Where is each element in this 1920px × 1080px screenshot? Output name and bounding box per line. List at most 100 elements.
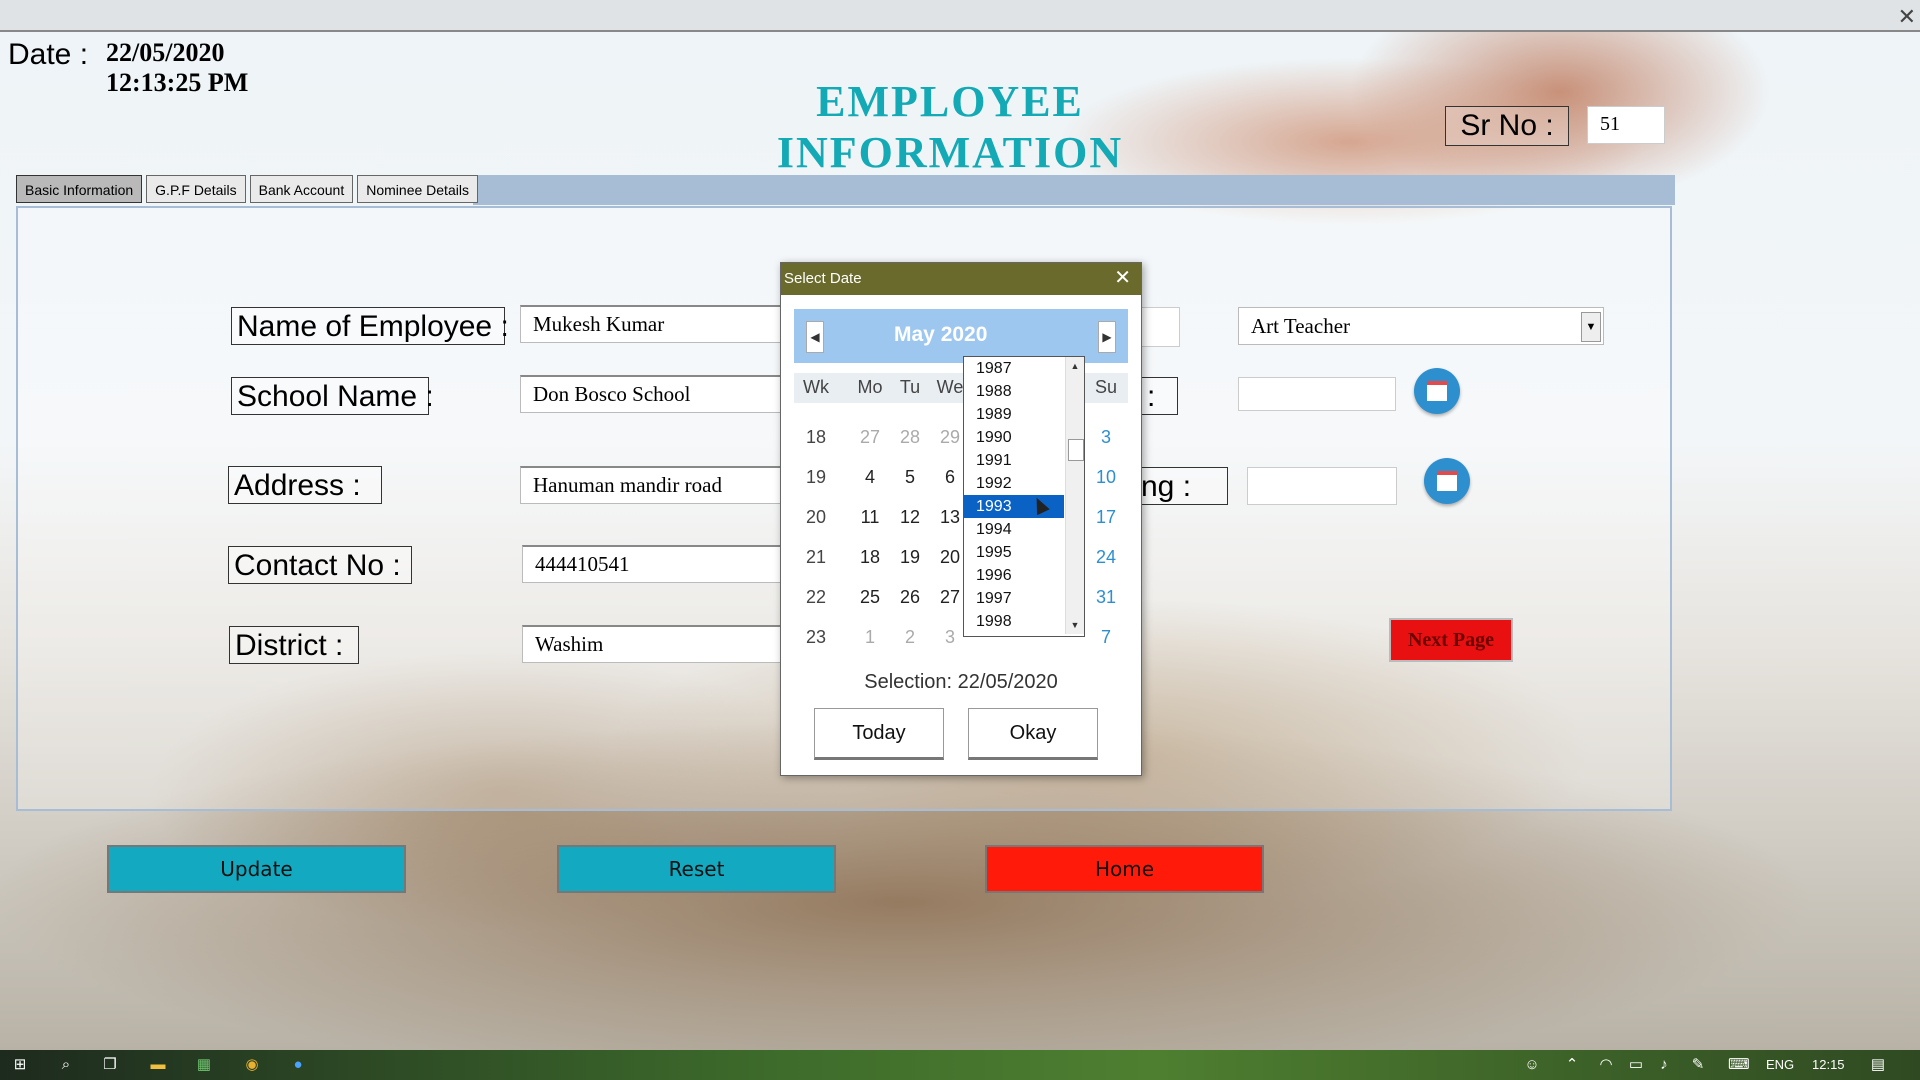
day-cell[interactable]: 24 — [1086, 547, 1126, 568]
tab-strip — [473, 175, 1675, 205]
file-explorer-icon[interactable]: ▬ — [150, 1057, 166, 1073]
today-button[interactable]: Today — [814, 708, 944, 760]
address-input[interactable]: Hanuman mandir road — [520, 466, 782, 504]
date-time-display: 22/05/2020 12:13:25 PM — [106, 38, 248, 98]
week-number: 23 — [805, 627, 827, 647]
tab-gpf-details[interactable]: G.P.F Details — [146, 175, 246, 203]
date-value: 22/05/2020 — [106, 38, 225, 67]
weekday-wk: Wk — [803, 377, 829, 397]
weekday-tu: Tu — [899, 377, 921, 397]
weekday-su: Su — [1094, 377, 1118, 397]
taskbar-clock[interactable]: 12:15 — [1812, 1057, 1845, 1072]
scroll-thumb[interactable] — [1068, 439, 1084, 461]
zoom-icon[interactable]: ● — [290, 1057, 306, 1073]
year-label: 2020 — [940, 323, 988, 346]
volume-icon[interactable]: ♪ — [1656, 1057, 1672, 1073]
sr-no-field[interactable]: 51 — [1587, 106, 1665, 144]
home-button[interactable]: Home — [985, 845, 1264, 893]
language-indicator[interactable]: ENG — [1766, 1057, 1794, 1072]
name-input[interactable]: Mukesh Kumar — [520, 305, 782, 343]
selection-text: Selection: 22/05/2020 — [864, 671, 1058, 693]
okay-button[interactable]: Okay — [968, 708, 1098, 760]
week-number: 21 — [805, 547, 827, 567]
day-cell[interactable]: 7 — [1086, 627, 1126, 648]
sr-no-label: Sr No : — [1445, 106, 1569, 146]
battery-icon[interactable]: ▭ — [1628, 1057, 1644, 1073]
contact-no-label: Contact No : — [228, 546, 412, 584]
day-cell[interactable]: 12 — [890, 507, 930, 528]
school-name-label: School Name : — [231, 377, 434, 415]
district-label: District : — [229, 626, 359, 664]
close-icon[interactable]: ✕ — [1114, 265, 1131, 290]
windows-start-icon[interactable]: ⊞ — [12, 1057, 28, 1073]
day-cell[interactable]: 26 — [890, 587, 930, 608]
year-scrollbar[interactable]: ▲ ▼ — [1065, 357, 1084, 634]
prev-month-button[interactable]: ◀ — [806, 321, 824, 353]
day-cell[interactable]: 17 — [1086, 507, 1126, 528]
tab-nominee-details[interactable]: Nominee Details — [357, 175, 478, 203]
page-title: EMPLOYEE INFORMATION — [776, 77, 1124, 177]
date-label: Date : — [8, 38, 89, 71]
update-button[interactable]: Update — [107, 845, 406, 893]
month-year-label[interactable]: May 2020 — [894, 323, 987, 347]
address-label: Address : — [228, 466, 382, 504]
day-cell[interactable]: 3 — [1086, 427, 1126, 448]
tab-bank-account[interactable]: Bank Account — [249, 175, 354, 203]
calendar-icon[interactable] — [1414, 368, 1460, 414]
designation-value: Art Teacher — [1251, 314, 1351, 338]
tab-basic-information[interactable]: Basic Information — [16, 175, 143, 203]
tab-bar: Basic Information G.P.F Details Bank Acc… — [16, 175, 478, 203]
time-value: 12:13:25 PM — [106, 68, 249, 97]
excel-icon[interactable]: ▦ — [196, 1057, 212, 1073]
weekday-mo: Mo — [857, 377, 883, 397]
day-cell[interactable]: 5 — [890, 467, 930, 488]
calendar-icon[interactable] — [1424, 458, 1470, 504]
contact-no-input[interactable]: 444410541 — [522, 545, 782, 583]
notification-icon[interactable]: ▤ — [1870, 1057, 1886, 1073]
year-option[interactable]: 1993 — [964, 495, 1064, 518]
task-view-icon[interactable]: ❐ — [102, 1057, 118, 1073]
month-label: May — [894, 323, 935, 346]
day-cell[interactable]: 27 — [850, 427, 890, 448]
day-cell[interactable]: 1 — [850, 627, 890, 648]
day-cell[interactable]: 18 — [850, 547, 890, 568]
year-dropdown-list[interactable]: 1987 1988 1989 1990 1991 1992 1993 1994 1995 1996… — [963, 356, 1085, 637]
window-border — [0, 30, 1920, 32]
week-number: 22 — [805, 587, 827, 607]
day-cell[interactable]: 4 — [850, 467, 890, 488]
select-date-dialog: Select Date ✕ ◀ May 2020 ▶ Wk Mo Tu We S… — [780, 262, 1142, 776]
people-icon[interactable]: ☺ — [1524, 1057, 1540, 1073]
date-input-2[interactable] — [1247, 467, 1397, 505]
district-input[interactable]: Washim — [522, 625, 782, 663]
day-cell[interactable]: 19 — [890, 547, 930, 568]
designation-field-partial[interactable] — [1138, 307, 1180, 347]
joining-label-partial: ng : — [1138, 467, 1228, 505]
day-cell[interactable]: 10 — [1086, 467, 1126, 488]
dialog-title: Select Date — [781, 263, 1141, 295]
day-cell[interactable]: 28 — [890, 427, 930, 448]
date-input-1[interactable] — [1238, 377, 1396, 411]
week-number: 18 — [805, 427, 827, 447]
day-cell[interactable]: 11 — [850, 507, 890, 528]
calendar-header: ◀ May 2020 ▶ — [794, 309, 1128, 363]
window-close-icon[interactable]: ✕ — [1898, 4, 1916, 30]
day-cell[interactable]: 2 — [890, 627, 930, 648]
search-icon[interactable]: ⌕ — [58, 1057, 74, 1073]
wifi-icon[interactable]: ◠ — [1598, 1057, 1614, 1073]
day-cell[interactable]: 25 — [850, 587, 890, 608]
school-name-input[interactable]: Don Bosco School — [520, 375, 782, 413]
day-cell[interactable]: 31 — [1086, 587, 1126, 608]
taskbar: ⊞ ⌕ ❐ ▬ ▦ ◉ ● ☺ ⌃ ◠ ▭ ♪ ✎ ⌨ ENG 12:15 ▤ — [0, 1050, 1920, 1080]
pen-icon[interactable]: ✎ — [1690, 1057, 1706, 1073]
chevron-down-icon[interactable]: ▼ — [1581, 312, 1601, 342]
scroll-down-icon[interactable]: ▼ — [1066, 617, 1084, 633]
designation-dropdown[interactable]: Art Teacher ▼ — [1238, 307, 1604, 345]
week-number: 20 — [805, 507, 827, 527]
next-page-button[interactable]: Next Page — [1389, 618, 1513, 662]
next-month-button[interactable]: ▶ — [1098, 321, 1116, 353]
chevron-up-icon[interactable]: ⌃ — [1564, 1057, 1580, 1073]
scroll-up-icon[interactable]: ▲ — [1066, 358, 1084, 374]
reset-button[interactable]: Reset — [557, 845, 836, 893]
chrome-icon[interactable]: ◉ — [244, 1057, 260, 1073]
keyboard-icon[interactable]: ⌨ — [1728, 1057, 1750, 1073]
